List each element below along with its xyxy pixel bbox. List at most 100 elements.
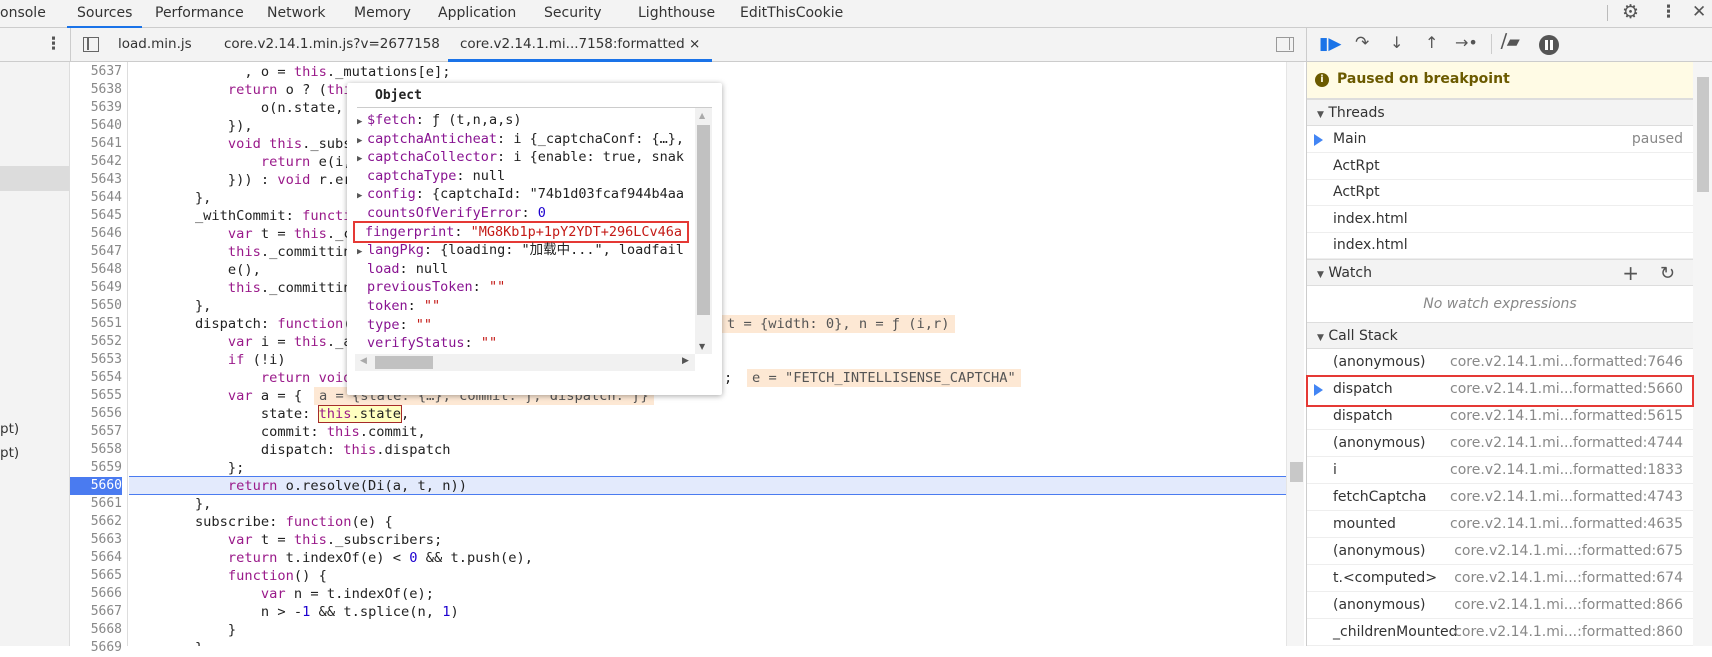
scroll-down-icon[interactable]: ▼	[699, 342, 705, 351]
line-number[interactable]: 5637	[70, 63, 122, 81]
frame-location[interactable]: core.v2.14.1.mi...:formatted:674	[1454, 565, 1683, 592]
line-number[interactable]: 5648	[70, 261, 122, 279]
frame-location[interactable]: core.v2.14.1.mi...:formatted:675	[1454, 538, 1683, 565]
hovered-expression[interactable]: this.state	[317, 405, 402, 423]
toggle-navigator-icon[interactable]	[83, 37, 99, 52]
scroll-right-icon[interactable]: ▶	[682, 356, 689, 366]
call-frame-row[interactable]: _childrenMounted core.v2.14.1.mi...:forma…	[1307, 619, 1693, 646]
line-number[interactable]: 5642	[70, 153, 122, 171]
navigator-item[interactable]: pt)	[0, 445, 19, 461]
line-number[interactable]: 5646	[70, 225, 122, 243]
pause-on-exceptions-icon[interactable]	[1539, 35, 1559, 55]
popover-horizontal-scrollbar[interactable]: ◀ ▶	[355, 354, 695, 371]
line-number[interactable]: 5639	[70, 99, 122, 117]
call-frame-row[interactable]: i core.v2.14.1.mi...formatted:1833	[1307, 457, 1693, 484]
file-tab-core-formatted[interactable]: core.v2.14.1.mi...7158:formatted ×	[448, 28, 713, 62]
line-number[interactable]: 5655	[70, 387, 122, 405]
refresh-watch-icon[interactable]: ↻	[1660, 260, 1675, 287]
step-out-icon[interactable]: ↑	[1425, 33, 1438, 52]
navigator-menu-icon[interactable]: ⋮	[45, 34, 62, 54]
line-number[interactable]: 5657	[70, 423, 122, 441]
frame-location[interactable]: core.v2.14.1.mi...formatted:4743	[1450, 484, 1683, 511]
thread-row[interactable]: ActRpt	[1307, 153, 1693, 180]
frame-location[interactable]: core.v2.14.1.mi...formatted:5660	[1450, 376, 1683, 403]
scrollbar-thumb[interactable]	[375, 356, 433, 369]
selected-navigator-item[interactable]	[0, 166, 69, 191]
resume-icon[interactable]: ▮▶	[1319, 34, 1341, 54]
call-frame-row[interactable]: fetchCaptcha core.v2.14.1.mi...formatted:…	[1307, 484, 1693, 511]
watch-section-header[interactable]: ▼ Watch + ↻	[1307, 259, 1693, 286]
call-frame-row[interactable]: (anonymous) core.v2.14.1.mi...:formatted:…	[1307, 538, 1693, 565]
step-icon[interactable]: →•	[1455, 33, 1478, 52]
line-number[interactable]: 5651	[70, 315, 122, 333]
frame-location[interactable]: core.v2.14.1.mi...formatted:7646	[1450, 349, 1683, 376]
frame-location[interactable]: core.v2.14.1.mi...:formatted:860	[1454, 619, 1683, 646]
file-tab-core-min[interactable]: core.v2.14.1.min.js?v=2677158	[224, 28, 440, 62]
line-number[interactable]: 5656	[70, 405, 122, 423]
line-number[interactable]: 5645	[70, 207, 122, 225]
frame-location[interactable]: core.v2.14.1.mi...formatted:4635	[1450, 511, 1683, 538]
line-number[interactable]: 5662	[70, 513, 122, 531]
thread-row[interactable]: Main paused	[1307, 126, 1693, 153]
line-number[interactable]: 5669	[70, 639, 122, 657]
frame-location[interactable]: core.v2.14.1.mi...formatted:5615	[1450, 403, 1683, 430]
call-frame-row[interactable]: dispatch core.v2.14.1.mi...formatted:5615	[1307, 403, 1693, 430]
tab-application[interactable]: Application	[438, 0, 516, 28]
line-number[interactable]: 5661	[70, 495, 122, 513]
popover-vertical-scrollbar[interactable]: ▲ ▼	[695, 108, 712, 354]
add-watch-icon[interactable]: +	[1622, 260, 1639, 287]
call-frame-row[interactable]: (anonymous) core.v2.14.1.mi...formatted:4…	[1307, 430, 1693, 457]
line-number-gutter[interactable]: 5637 5638 5639 5640 5641 5642 5643 5644 5645 5646…	[70, 62, 128, 655]
call-frame-row[interactable]: dispatch core.v2.14.1.mi...formatted:5660	[1306, 375, 1694, 407]
call-frame-row[interactable]: t.<computed> core.v2.14.1.mi...:formatted…	[1307, 565, 1693, 592]
line-number[interactable]: 5659	[70, 459, 122, 477]
tab-editthiscookie[interactable]: EditThisCookie	[740, 0, 843, 28]
call-frame-row[interactable]: (anonymous) core.v2.14.1.mi...formatted:7…	[1307, 349, 1693, 376]
threads-section-header[interactable]: ▼ Threads	[1307, 99, 1693, 126]
line-number[interactable]: 5643	[70, 171, 122, 189]
tab-security[interactable]: Security	[544, 0, 602, 28]
tab-network[interactable]: Network	[267, 0, 325, 28]
line-number[interactable]: 5666	[70, 585, 122, 603]
line-number[interactable]: 5647	[70, 243, 122, 261]
gear-icon[interactable]: ⚙	[1622, 1, 1639, 23]
close-tab-icon[interactable]: ×	[689, 36, 700, 52]
tab-memory[interactable]: Memory	[354, 0, 411, 28]
deactivate-breakpoints-icon[interactable]: ⧸▰	[1501, 32, 1520, 52]
line-number[interactable]: 5638	[70, 81, 122, 99]
step-into-icon[interactable]: ↓	[1390, 33, 1403, 52]
line-number[interactable]: 5665	[70, 567, 122, 585]
navigator-item[interactable]: pt)	[0, 421, 19, 437]
frame-location[interactable]: core.v2.14.1.mi...formatted:4744	[1450, 430, 1683, 457]
line-number[interactable]: 5640	[70, 117, 122, 135]
thread-row[interactable]: index.html	[1307, 232, 1693, 260]
step-over-icon[interactable]: ↷	[1355, 33, 1369, 53]
property-row[interactable]: ▶ config: {captchaId: "74b1d03fcaf944b4aa	[357, 185, 684, 203]
frame-location[interactable]: core.v2.14.1.mi...:formatted:866	[1454, 592, 1683, 619]
line-number[interactable]: 5653	[70, 351, 122, 369]
frame-location[interactable]: core.v2.14.1.mi...formatted:1833	[1450, 457, 1683, 484]
close-devtools-icon[interactable]: ✕	[1692, 2, 1706, 22]
line-number[interactable]: 5664	[70, 549, 122, 567]
tab-console[interactable]: onsole	[0, 0, 46, 28]
property-row[interactable]: ▶ $fetch: ƒ (t,n,a,s)	[357, 111, 521, 129]
line-number[interactable]: 5663	[70, 531, 122, 549]
file-tab-load-min[interactable]: load.min.js	[118, 28, 192, 62]
scroll-up-icon[interactable]: ▲	[699, 111, 705, 120]
property-row[interactable]: ▶ captchaCollector: i {enable: true, snak	[357, 148, 684, 166]
line-number[interactable]: 5668	[70, 621, 122, 639]
line-number[interactable]: 5658	[70, 441, 122, 459]
line-number[interactable]: 5641	[70, 135, 122, 153]
line-number[interactable]: 5667	[70, 603, 122, 621]
tab-sources[interactable]: Sources	[67, 0, 143, 28]
scroll-left-icon[interactable]: ◀	[360, 356, 367, 366]
scrollbar-thumb[interactable]	[1697, 77, 1709, 192]
call-frame-row[interactable]: mounted core.v2.14.1.mi...formatted:4635	[1307, 511, 1693, 538]
scrollbar-thumb[interactable]	[1290, 462, 1303, 482]
property-row[interactable]: ▶ langPkg: {loading: "加载中...", loadfail	[357, 241, 684, 259]
property-row[interactable]: ▶ captchaAnticheat: i {_captchaConf: {…},	[357, 130, 684, 148]
tab-lighthouse[interactable]: Lighthouse	[638, 0, 715, 28]
thread-row[interactable]: index.html	[1307, 206, 1693, 233]
thread-row[interactable]: ActRpt	[1307, 179, 1693, 207]
tab-performance[interactable]: Performance	[155, 0, 244, 28]
